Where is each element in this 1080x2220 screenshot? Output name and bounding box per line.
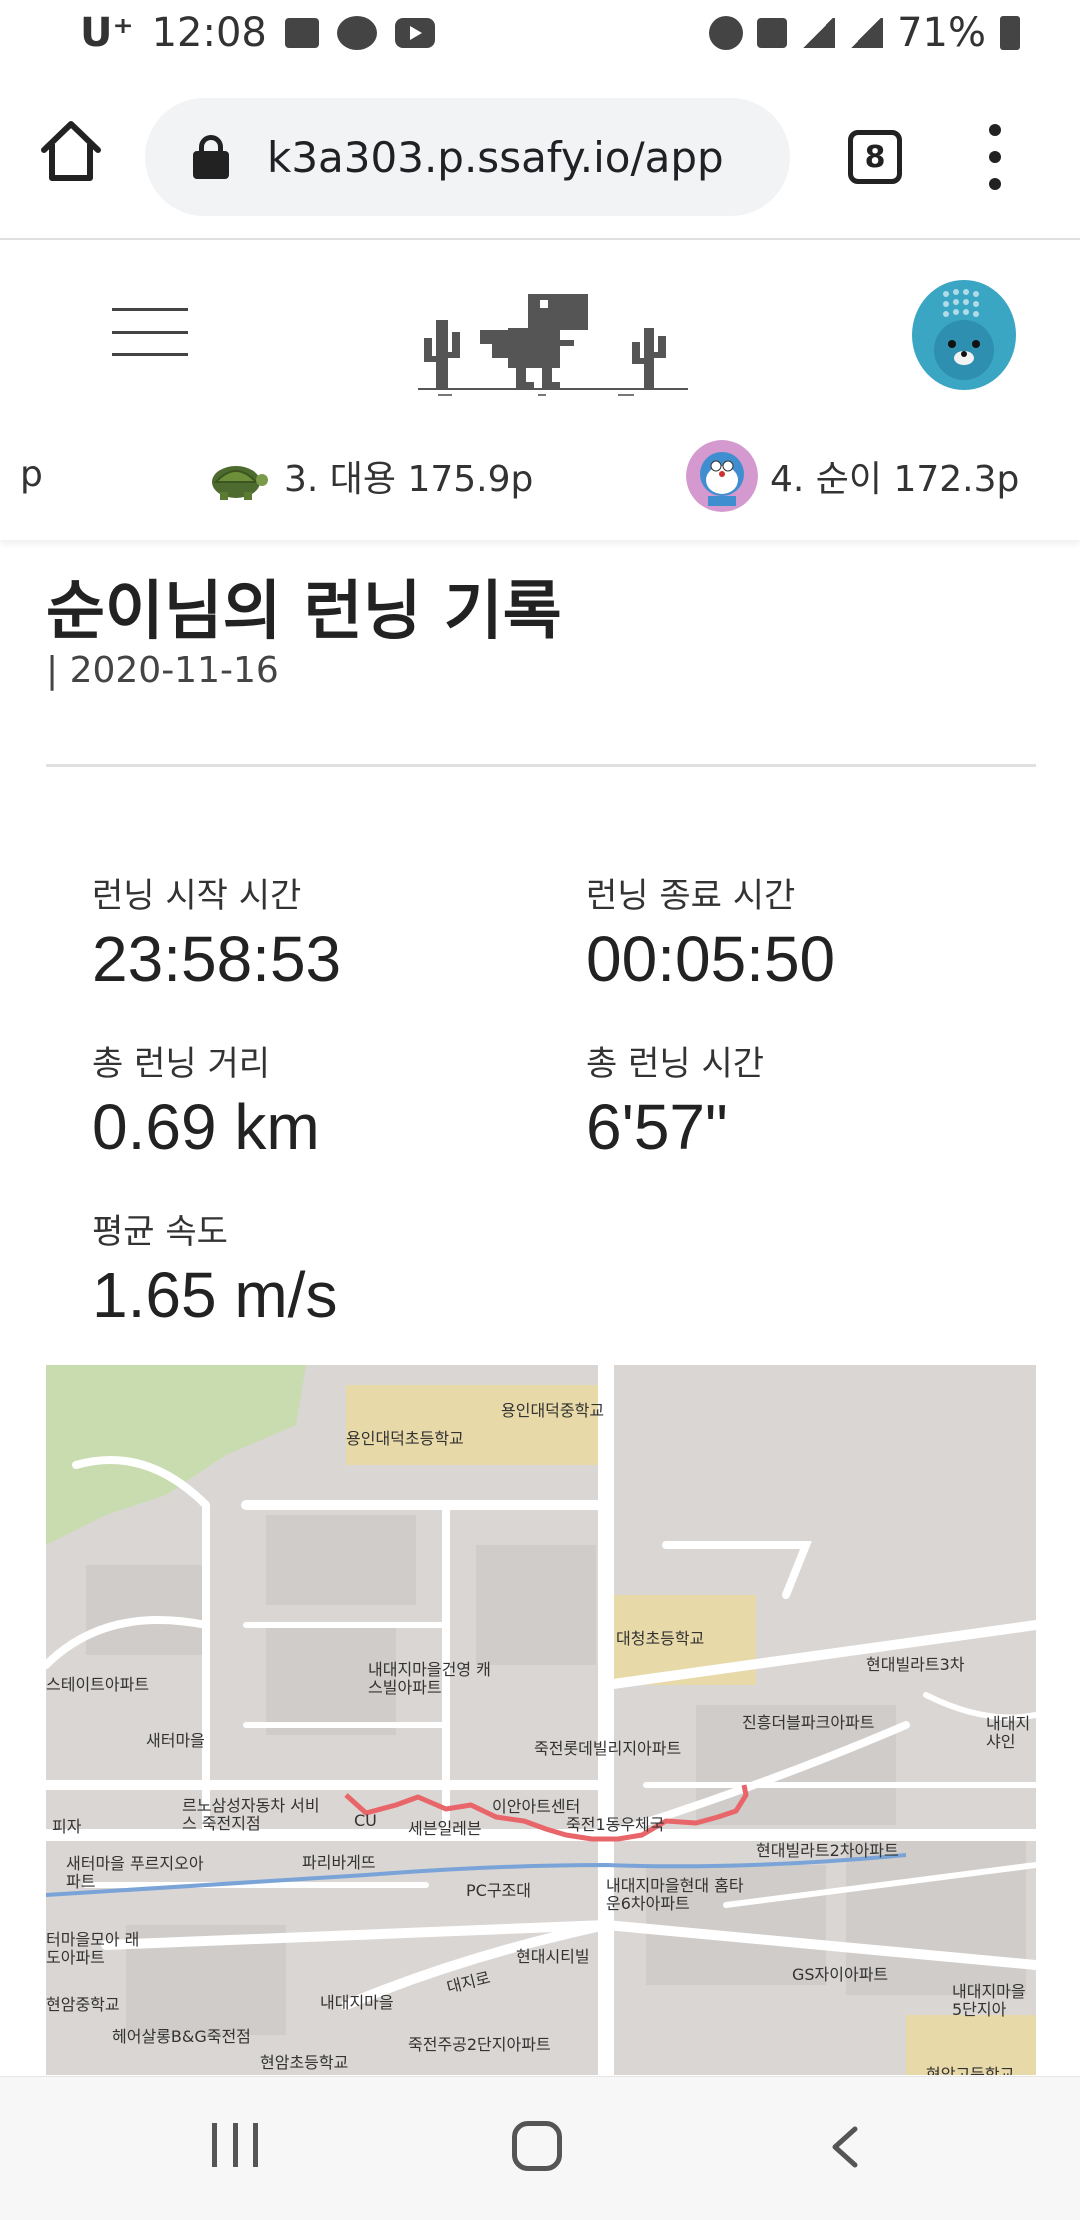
distance-value: 0.69 km <box>92 1091 320 1163</box>
tab-count: 8 <box>864 139 886 175</box>
map-label: 새터마을 <box>146 1731 205 1750</box>
map-label: 용인대덕중학교 <box>501 1401 605 1420</box>
seal-avatar-icon <box>934 289 994 380</box>
end-time-label: 런닝 종료 시간 <box>586 876 796 916</box>
page-title: 순이님의 런닝 기록 <box>46 575 562 649</box>
status-bar: U⁺ 12:08 71% <box>0 0 1080 72</box>
dino-logo[interactable] <box>418 288 688 398</box>
map-label: 새터마을 푸르지오아파트 <box>66 1854 204 1891</box>
map-label: 내대지마을 <box>320 1993 394 2012</box>
mute-icon <box>757 18 788 48</box>
hamburger-menu-icon[interactable] <box>112 308 188 356</box>
record-date: | 2020-11-16 <box>46 650 279 691</box>
ranking-item[interactable]: 3. 대용 175.9p <box>200 440 533 512</box>
status-bar-left: U⁺ 12:08 <box>80 10 435 56</box>
map-label: 터마을모아 래도아파트 <box>46 1930 140 1967</box>
address-bar[interactable]: k3a303.p.ssafy.io/app <box>145 98 790 216</box>
menu-dot <box>989 151 1001 163</box>
map-label: 피자 <box>52 1817 82 1836</box>
ranking-item[interactable]: 4. 순이 172.3p <box>686 440 1019 512</box>
clock: 12:08 <box>151 10 267 56</box>
map-label: 내대지마을현대 홈타운6차아파트 <box>606 1876 744 1913</box>
duration-value: 6'57" <box>586 1091 728 1163</box>
avg-speed-value: 1.65 m/s <box>92 1259 338 1331</box>
url-text: k3a303.p.ssafy.io/app <box>267 132 724 182</box>
map-label: 파리바게뜨 <box>302 1853 376 1872</box>
map-label: 현암초등학교 <box>260 2053 349 2072</box>
back-button[interactable] <box>825 2125 865 2169</box>
map-label: 진흥더블파크아파트 <box>742 1713 875 1732</box>
doraemon-avatar <box>686 440 758 512</box>
youtube-notification-icon <box>394 18 435 48</box>
avg-speed-label: 평균 속도 <box>92 1212 228 1252</box>
app-header: p 3. 대용 175.9p 4. 순이 172.3p <box>0 240 1080 540</box>
start-time-label: 런닝 시작 시간 <box>92 876 302 916</box>
menu-dot <box>989 124 1001 136</box>
map-label: 내대지 샤인 <box>986 1714 1031 1751</box>
map-label: PC구조대 <box>466 1881 531 1900</box>
map-label: 현암고등학교 <box>926 2065 1015 2075</box>
map-label: 헤어살롱B&G죽전점 <box>112 2027 251 2046</box>
home-button[interactable] <box>512 2121 562 2171</box>
turtle-icon <box>212 466 268 500</box>
map-label: 죽전롯데빌리지아파트 <box>534 1739 682 1758</box>
recent-apps-button[interactable] <box>212 2123 258 2167</box>
home-icon[interactable] <box>38 118 104 184</box>
start-time-value: 23:58:53 <box>92 923 342 995</box>
wifi-icon <box>801 18 836 48</box>
browser-toolbar: k3a303.p.ssafy.io/app 8 <box>0 72 1080 240</box>
carrier-label: U⁺ <box>80 10 134 56</box>
alarm-icon <box>709 16 744 50</box>
system-nav-bar <box>0 2076 1080 2220</box>
ranking-ticker: p 3. 대용 175.9p 4. 순이 172.3p <box>0 440 1080 520</box>
signal-icon <box>849 18 884 48</box>
map-label: GS자이아파트 <box>792 1965 889 1984</box>
battery-icon <box>1000 16 1020 50</box>
ranking-item-label: 4. 순이 172.3p <box>770 459 1020 500</box>
browser-menu-button[interactable] <box>980 124 1010 190</box>
battery-percent: 71% <box>897 10 986 56</box>
menu-dot <box>989 178 1001 190</box>
map-label: 내대지마을건영 캐스빌아파트 <box>368 1660 491 1697</box>
end-time-value: 00:05:50 <box>586 923 836 995</box>
map-label: 르노삼성자동차 서비스 죽전지점 <box>182 1796 320 1833</box>
map-label: 죽전주공2단지아파트 <box>408 2035 551 2054</box>
map-label: 현암중학교 <box>46 1995 120 2014</box>
map-label: 대청초등학교 <box>616 1629 705 1648</box>
route-map[interactable]: 용인대덕중학교 용인대덕초등학교 대청초등학교 현대빌라트3차 스테이트아파트 … <box>46 1365 1036 2075</box>
divider <box>46 764 1036 767</box>
map-label: 현대빌라트2차아파트 <box>756 1841 899 1860</box>
distance-label: 총 런닝 거리 <box>92 1044 271 1084</box>
map-label: CU <box>354 1811 377 1830</box>
map-label: 용인대덕초등학교 <box>346 1429 464 1448</box>
ranking-prev-partial: p <box>20 454 43 495</box>
map-label: 내대지마을 5단지아 <box>952 1982 1026 2019</box>
duration-label: 총 런닝 시간 <box>586 1044 765 1084</box>
map-label: 현대시티빌 <box>516 1947 590 1966</box>
ranking-item-label: 3. 대용 175.9p <box>284 459 534 500</box>
user-avatar[interactable] <box>912 280 1016 390</box>
gallery-notification-icon <box>284 18 319 48</box>
tab-switcher-button[interactable]: 8 <box>848 130 902 184</box>
map-label: 죽전1동우체국 <box>566 1815 665 1834</box>
lock-icon <box>193 135 229 179</box>
map-label: 스테이트아파트 <box>46 1675 150 1694</box>
map-label: 현대빌라트3차 <box>866 1655 965 1674</box>
map-label: 세븐일레븐 <box>408 1819 482 1838</box>
status-bar-right: 71% <box>709 10 1020 56</box>
talk-notification-icon <box>336 16 377 50</box>
